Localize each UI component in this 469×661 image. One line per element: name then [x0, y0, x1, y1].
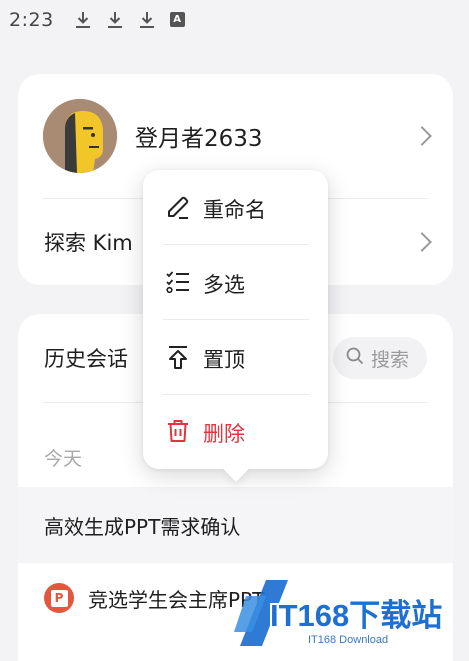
menu-separator: [163, 319, 309, 320]
menu-separator: [163, 244, 309, 245]
menu-item-label: 置顶: [203, 348, 245, 372]
conversation-item[interactable]: 高效生成PPT需求确认: [18, 487, 453, 563]
history-title: 历史会话: [44, 347, 128, 371]
ppt-icon: P: [44, 583, 74, 613]
edit-icon: [165, 194, 191, 224]
search-icon: [345, 346, 365, 370]
menu-item-rename[interactable]: 重命名: [143, 172, 328, 246]
menu-item-label: 多选: [203, 273, 245, 297]
menu-item-delete[interactable]: 删除: [143, 396, 328, 470]
menu-item-multi-select[interactable]: 多选: [143, 247, 328, 321]
chevron-right-icon: [412, 126, 432, 146]
search-button[interactable]: 搜索: [333, 337, 427, 379]
watermark-text: IT168下载站: [270, 598, 443, 633]
menu-item-pin-top[interactable]: 置顶: [143, 322, 328, 396]
username: 登月者2633: [135, 126, 263, 152]
menu-item-label: 删除: [203, 422, 245, 446]
watermark-subtext: IT168 Download: [308, 634, 389, 646]
section-today: 今天: [44, 448, 83, 470]
context-menu: 重命名 多选 置顶 删除: [143, 170, 328, 469]
watermark: IT168下载站 IT168 Download: [228, 572, 464, 658]
menu-item-label: 重命名: [203, 198, 266, 222]
search-label: 搜索: [371, 348, 410, 371]
download-icon: [138, 10, 156, 30]
download-icon: [106, 10, 124, 30]
trash-icon: [165, 418, 191, 448]
a-box-icon: A: [169, 10, 188, 30]
chevron-right-icon: [412, 231, 432, 252]
status-time: 2:23: [9, 9, 54, 31]
menu-separator: [163, 394, 309, 395]
pin-top-icon: [165, 344, 191, 374]
download-icon: [74, 10, 92, 30]
avatar-icon[interactable]: [43, 99, 117, 173]
conversation-title: 高效生成PPT需求确认: [44, 514, 241, 539]
status-bar: 2:23 A: [0, 0, 469, 40]
multi-select-icon: [165, 269, 191, 299]
explore-label: 探索 Kim: [44, 230, 133, 255]
